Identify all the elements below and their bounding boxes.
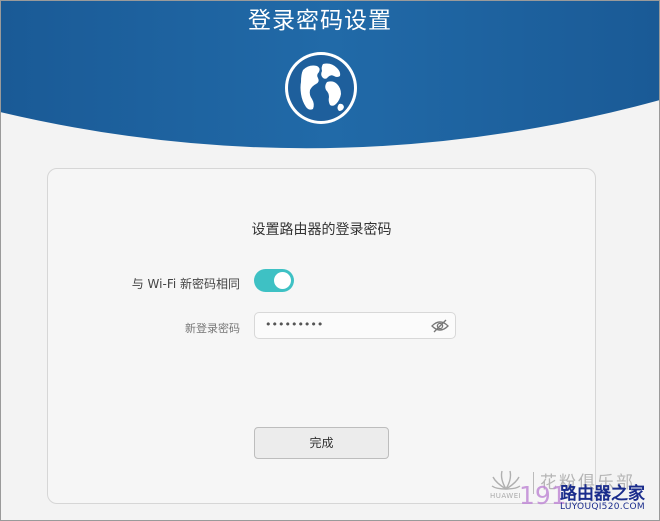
wifi-same-toggle[interactable] bbox=[254, 269, 294, 292]
settings-card: 设置路由器的登录密码 与 Wi-Fi 新密码相同 新登录密码 •••••••••… bbox=[47, 168, 596, 504]
done-button[interactable]: 完成 bbox=[254, 427, 389, 459]
watermark-site: LUYOUQI520.COM bbox=[560, 502, 645, 512]
huawei-logo-icon bbox=[491, 470, 521, 490]
password-input[interactable]: ••••••••• bbox=[254, 312, 456, 339]
globe-icon bbox=[285, 52, 357, 124]
watermark-brand: 路由器之家 bbox=[560, 484, 645, 504]
wifi-same-toggle-label: 与 Wi-Fi 新密码相同 bbox=[131, 277, 240, 291]
card-subtitle: 设置路由器的登录密码 bbox=[251, 222, 392, 238]
eye-hidden-icon[interactable] bbox=[431, 318, 449, 334]
page-title: 登录密码设置 bbox=[248, 8, 392, 34]
watermark-vendor: HUAWEI bbox=[490, 492, 522, 500]
password-value: ••••••••• bbox=[265, 318, 324, 331]
toggle-knob bbox=[274, 272, 291, 289]
password-field-label: 新登录密码 bbox=[185, 322, 240, 335]
